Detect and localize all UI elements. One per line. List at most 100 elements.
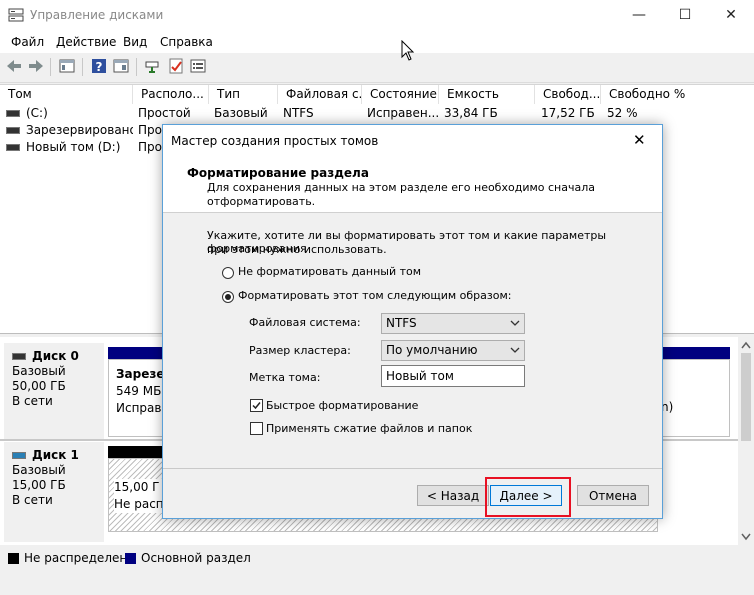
close-button[interactable]: ✕: [708, 0, 754, 31]
menu-action[interactable]: Действие: [56, 35, 116, 49]
radio-no-format-label[interactable]: Не форматировать данный том: [238, 265, 421, 278]
column-header-type[interactable]: Тип: [209, 85, 278, 104]
volume-label-label: Метка тома:: [249, 371, 321, 384]
menu-bar: Файл Действие Вид Справка: [0, 31, 754, 53]
next-button[interactable]: Далее >: [490, 485, 562, 506]
disk-1-type: Базовый: [12, 463, 66, 477]
table-row[interactable]: (C:) Простой Базовый NTFS Исправен... 33…: [0, 105, 754, 122]
back-arrow-icon[interactable]: [5, 57, 23, 75]
column-header-volume[interactable]: Том: [0, 85, 133, 104]
back-button[interactable]: < Назад: [417, 485, 489, 506]
volume-type: Базовый: [214, 106, 268, 120]
chevron-down-icon: [510, 320, 520, 326]
new-volume-wizard-dialog: Мастер создания простых томов ✕ Форматир…: [162, 124, 663, 519]
disk-0-type: Базовый: [12, 364, 66, 378]
column-header-status[interactable]: Состояние: [362, 85, 439, 104]
toolbar: ?: [0, 53, 754, 83]
cluster-size-value: По умолчанию: [386, 343, 478, 357]
close-icon: ✕: [725, 7, 737, 23]
radio-format-label[interactable]: Форматировать этот том следующим образом…: [238, 289, 511, 302]
filesystem-select[interactable]: NTFS: [381, 313, 525, 334]
volume-layout: Про: [138, 140, 162, 154]
column-header-layout[interactable]: Располо...: [133, 85, 209, 104]
volume-status: Исправен...: [367, 106, 440, 120]
disk-0-size: 50,00 ГБ: [12, 379, 66, 393]
disk-1-name: Диск 1: [32, 448, 79, 462]
mouse-cursor-icon: [401, 40, 415, 61]
volume-icon: [6, 144, 20, 151]
dialog-close-icon[interactable]: ✕: [633, 131, 646, 149]
dialog-title: Мастер создания простых томов: [171, 134, 379, 148]
scroll-up-icon[interactable]: [741, 341, 751, 349]
help-icon[interactable]: ?: [90, 57, 108, 75]
legend-primary: Основной раздел: [141, 551, 251, 565]
column-header-capacity[interactable]: Емкость: [439, 85, 535, 104]
minimize-button[interactable]: —: [616, 0, 662, 31]
check-disk-icon[interactable]: [167, 57, 185, 75]
volume-name: (C:): [26, 106, 48, 120]
primary-swatch: [125, 553, 136, 564]
cluster-size-select[interactable]: По умолчанию: [381, 340, 525, 361]
console-tree-icon[interactable]: [58, 57, 76, 75]
dialog-divider: [163, 468, 662, 469]
legend-unallocated: Не распределена: [24, 551, 135, 565]
quick-format-checkbox[interactable]: [250, 399, 263, 412]
properties-icon[interactable]: [112, 57, 130, 75]
volume-free: 17,52 ГБ: [541, 106, 595, 120]
window-title: Управление дисками: [30, 8, 164, 22]
toolbar-separator: [82, 58, 83, 76]
unallocated-swatch: [8, 553, 19, 564]
list-view-icon[interactable]: [189, 57, 207, 75]
instruction-2: при этом нужно использовать.: [207, 243, 387, 256]
checkmark-icon: [252, 402, 261, 410]
radio-no-format[interactable]: [222, 267, 234, 279]
column-header-free-percent[interactable]: Свободно %: [601, 85, 754, 104]
connect-disk-icon[interactable]: [144, 57, 162, 75]
disk-1-size: 15,00 ГБ: [12, 478, 66, 492]
volume-layout: Простой: [138, 106, 191, 120]
maximize-icon: ☐: [678, 7, 692, 23]
menu-help[interactable]: Справка: [160, 35, 213, 49]
volume-name: Зарезервировано...: [26, 123, 133, 137]
radio-format[interactable]: [222, 291, 234, 303]
menu-view[interactable]: Вид: [123, 35, 147, 49]
menu-file[interactable]: Файл: [11, 35, 44, 49]
compression-checkbox[interactable]: [250, 422, 263, 435]
radio-selected-dot: [225, 294, 231, 300]
toolbar-separator: [50, 58, 51, 76]
volume-icon: [6, 110, 20, 117]
vertical-scrollbar[interactable]: [738, 337, 754, 545]
dialog-header: Форматирование раздела Для сохранения да…: [163, 156, 662, 213]
compression-label[interactable]: Применять сжатие файлов и папок: [266, 422, 472, 435]
column-header-filesystem[interactable]: Файловая с...: [278, 85, 362, 104]
volume-capacity: 33,84 ГБ: [444, 106, 498, 120]
toolbar-separator: [136, 58, 137, 76]
disk-icon: [12, 452, 26, 459]
column-header-free-space[interactable]: Свобод...: [535, 85, 601, 104]
disk-0-name: Диск 0: [32, 349, 79, 363]
disk-0-status: В сети: [12, 394, 53, 408]
legend: Не распределена Основной раздел: [0, 548, 754, 570]
chevron-down-icon: [510, 347, 520, 353]
disk-icon: [12, 353, 26, 360]
disk-0-label[interactable]: Диск 0 Базовый 50,00 ГБ В сети: [4, 343, 104, 439]
title-bar: Управление дисками — ☐ ✕: [0, 0, 754, 31]
dialog-subheading-2: отформатировать.: [207, 195, 316, 208]
volume-fs: NTFS: [283, 106, 314, 120]
dialog-subheading-1: Для сохранения данных на этом разделе ег…: [207, 181, 595, 194]
cluster-label: Размер кластера:: [249, 344, 351, 357]
volume-free-percent: 52 %: [607, 106, 638, 120]
cancel-button[interactable]: Отмена: [577, 485, 649, 506]
minimize-icon: —: [632, 7, 646, 23]
scroll-thumb[interactable]: [741, 353, 751, 441]
dialog-heading: Форматирование раздела: [187, 166, 369, 180]
quick-format-label[interactable]: Быстрое форматирование: [266, 399, 418, 412]
forward-arrow-icon[interactable]: [27, 57, 45, 75]
disk-1-label[interactable]: Диск 1 Базовый 15,00 ГБ В сети: [4, 442, 104, 542]
volume-label-input[interactable]: Новый том: [381, 365, 525, 387]
maximize-button[interactable]: ☐: [662, 0, 708, 31]
svg-text:?: ?: [96, 60, 103, 74]
volume-icon: [6, 127, 20, 134]
scroll-down-icon[interactable]: [741, 533, 751, 541]
disk-management-icon: [8, 8, 24, 22]
